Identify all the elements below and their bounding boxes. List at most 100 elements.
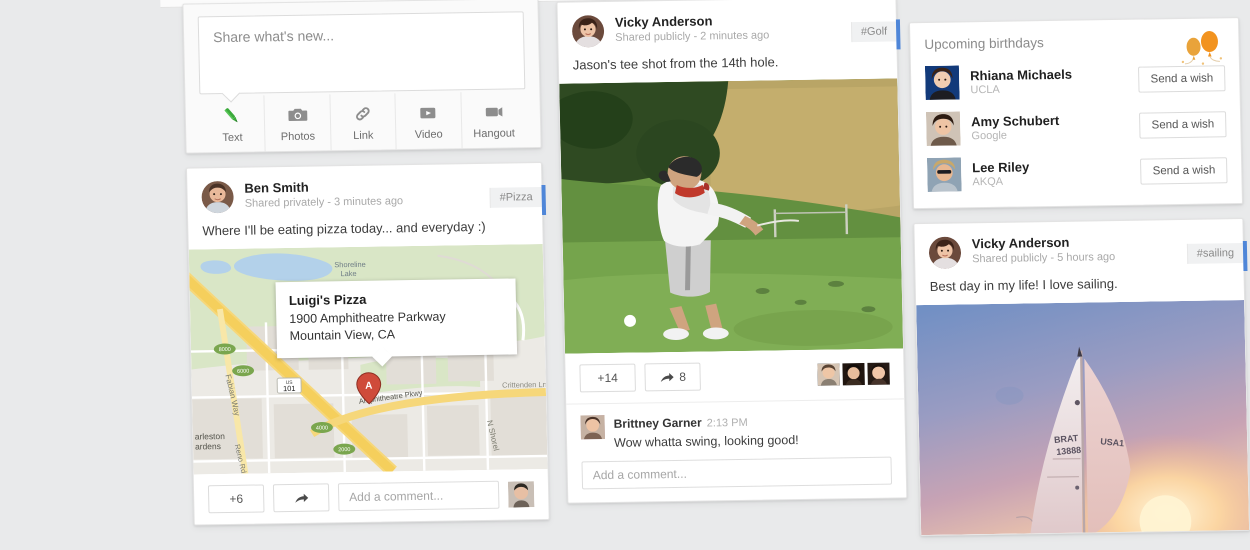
balloons-icon [1176,28,1225,74]
share-action-text-label: Text [222,131,243,144]
comment-placeholder: Add a comment... [349,488,444,505]
post-action-bar: +6 Add a comment... [194,469,549,525]
avatar[interactable] [571,15,605,48]
svg-text:2000: 2000 [338,447,350,453]
post-meta: Shared privately - 3 minutes ago [244,195,404,210]
share-action-hangout[interactable]: Hangout [461,91,527,148]
post-action-bar: +14 8 [565,348,904,403]
svg-text:BRAT: BRAT [1054,433,1080,445]
svg-text:8000: 8000 [219,347,231,353]
comment-avatar[interactable] [580,415,605,440]
link-icon [352,102,374,124]
svg-text:4000: 4000 [316,425,328,431]
avatar[interactable] [926,157,962,192]
comment-author[interactable]: Brittney Garner [614,416,702,431]
share-arrow-icon [294,491,309,504]
plus-one-button[interactable]: +14 [579,363,636,393]
share-action-video-label: Video [414,128,443,141]
map-shield-101: US101 [276,377,302,394]
send-a-wish-button[interactable]: Send a wish [1139,111,1227,139]
comment-time: 2:13 PM [706,416,748,430]
plus-one-label: +6 [229,491,244,506]
share-action-link[interactable]: Link [330,93,397,151]
post-card-pizza: Ben Smith Shared privately - 3 minutes a… [185,162,550,526]
share-action-hangout-label: Hangout [473,126,516,140]
birthday-row: Lee Riley AKQA Send a wish [926,147,1228,198]
column-right: Upcoming birthdays Rhiana Michaels UCLA … [908,17,1250,550]
column-middle: Vicky Anderson Shared publicly - 2 minut… [556,0,908,518]
share-action-photos-label: Photos [280,130,316,143]
golfer-photo[interactable] [559,78,904,354]
avatar[interactable] [928,236,962,269]
share-input-placeholder: Share what's new... [212,27,335,46]
share-arrow-icon [659,370,674,383]
post-author-block: Vicky Anderson Shared publicly - 2 minut… [615,11,883,46]
avatar[interactable] [201,180,234,214]
birthday-person-affiliation: Google [971,129,1008,142]
birthday-person-info: Amy Schubert Google [971,111,1140,143]
share-count: 8 [679,369,687,384]
screenshot-root: Home Following More▾ Share what's new...… [0,0,1250,550]
share-button[interactable] [272,483,330,513]
column-left: Share what's new... Text Photos Link Vid… [182,0,550,540]
post-card-golf: Vicky Anderson Shared publicly - 2 minut… [556,0,908,504]
sailboat-photo[interactable]: BRAT 13888 USA1 [916,300,1250,536]
svg-text:USA1: USA1 [1100,436,1125,448]
facepile-avatar[interactable] [842,362,865,386]
comment-section: Brittney Garner 2:13 PM Wow whatta swing,… [566,398,907,503]
plus-one-label: +14 [597,370,618,386]
post-hashtag[interactable]: #Golf [850,19,901,50]
post-hashtag-label: #Golf [860,25,888,38]
comment-item: Brittney Garner 2:13 PM Wow whatta swing,… [580,411,891,452]
post-header: Ben Smith Shared privately - 3 minutes a… [187,163,547,216]
pencil-icon [221,104,243,126]
post-meta: Shared publicly - 2 minutes ago [615,29,770,44]
share-box-card: Share what's new... Text Photos Link Vid… [182,0,542,154]
share-action-row: Text Photos Link Video Hangout [199,91,527,153]
post-hashtag-label: #sailing [1196,247,1235,260]
post-body-text: Best day in my life! I love sailing. [929,275,1118,294]
plus-one-button[interactable]: +6 [207,484,265,514]
avatar[interactable] [925,111,961,146]
facepile-avatar[interactable] [817,363,840,386]
svg-text:Lake: Lake [340,269,356,278]
svg-text:6000: 6000 [237,369,249,375]
facepile-avatar[interactable] [867,362,890,385]
post-body-text: Where I'll be eating pizza today... and … [202,218,486,239]
post-hashtag[interactable]: #sailing [1186,240,1248,272]
map-label-charleston1: arleston [195,431,226,442]
comment-placeholder: Add a comment... [592,466,687,483]
share-input[interactable]: Share what's new... [197,11,526,103]
map-label-crittenden: Crittenden Ln [502,380,547,390]
accent-bar [895,19,901,50]
share-action-text[interactable]: Text [199,95,267,153]
send-a-wish-button[interactable]: Send a wish [1140,157,1228,185]
comment-input[interactable]: Add a comment... [581,456,893,490]
map-callout-line2: Mountain View, CA [289,327,396,343]
current-user-avatar[interactable] [507,481,535,508]
share-button[interactable]: 8 [644,362,701,392]
camera-icon [286,103,308,125]
map-label-lake: Shoreline [334,260,366,270]
post-hashtag[interactable]: #Pizza [489,184,547,216]
map-embed[interactable]: Shoreline Lake Fabian Way Crittenden Ln … [188,244,548,475]
svg-text:101: 101 [283,384,296,393]
map-info-callout: Luigi's Pizza 1900 Amphitheatre Parkway … [275,278,518,367]
share-action-link-label: Link [353,129,374,142]
birthday-row: Amy Schubert Google Send a wish [925,101,1227,152]
upcoming-birthdays-card: Upcoming birthdays Rhiana Michaels UCLA … [908,17,1244,210]
svg-text:A: A [365,381,372,392]
accent-bar [1242,240,1248,272]
share-action-photos[interactable]: Photos [264,94,332,152]
avatar[interactable] [924,65,960,100]
share-action-video[interactable]: Video [395,92,463,150]
post-header: Vicky Anderson Shared publicly - 2 minut… [557,0,901,50]
post-author-block: Ben Smith Shared privately - 3 minutes a… [244,176,528,211]
post-hashtag-label: #Pizza [499,191,533,204]
app-surface: Home Following More▾ Share what's new...… [160,0,1250,550]
comment-input[interactable]: Add a comment... [337,480,500,512]
birthday-person-affiliation: UCLA [970,83,1000,96]
post-header: Vicky Anderson Shared publicly - 5 hours… [914,219,1248,272]
map-callout-title: Luigi's Pizza [288,291,367,309]
video-icon [417,101,439,123]
